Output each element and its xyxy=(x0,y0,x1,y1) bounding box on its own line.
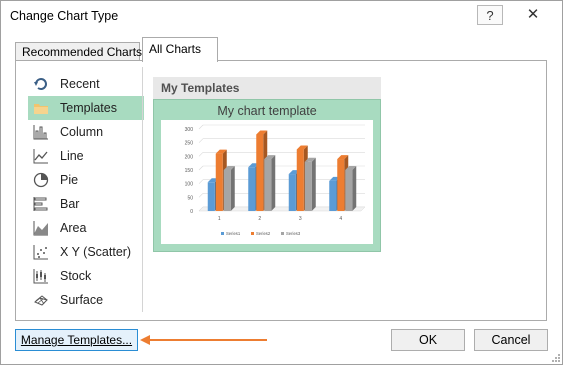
x-tick-label: 1 xyxy=(218,216,221,222)
bar-series3-2 xyxy=(264,159,272,211)
bar-series3-1 xyxy=(223,170,231,211)
y-tick-label: 150 xyxy=(185,168,194,174)
chart-type-label: Column xyxy=(60,125,104,139)
gridline-side xyxy=(198,124,204,130)
title-bar: Change Chart Type ? ✕ xyxy=(1,1,562,31)
column-chart-icon xyxy=(33,125,48,140)
x-tick-label: 2 xyxy=(258,216,261,222)
ok-button[interactable]: OK xyxy=(391,329,465,351)
gridline-side xyxy=(198,138,204,143)
cancel-label: Cancel xyxy=(491,333,531,347)
y-tick-label: 0 xyxy=(190,209,193,215)
pointer-arrow-icon xyxy=(140,335,267,345)
bar-series1-4 xyxy=(329,180,337,211)
manage-templates-label: Manage Templates... xyxy=(20,333,133,347)
area-chart-icon xyxy=(33,221,48,236)
ok-label: OK xyxy=(418,333,438,347)
chart-type-label: X Y (Scatter) xyxy=(60,245,132,259)
chart-type-label: Surface xyxy=(60,293,104,307)
bar-side xyxy=(271,155,276,211)
bar-series3-4 xyxy=(345,170,353,211)
stock-chart-icon xyxy=(33,269,48,284)
surface-chart-icon xyxy=(34,295,48,306)
bar-series3-3 xyxy=(304,161,312,211)
bar-series1-3 xyxy=(288,174,296,211)
chart-type-label: Line xyxy=(60,149,84,163)
gridline-side xyxy=(198,193,204,198)
dialog-title: Change Chart Type xyxy=(10,9,119,23)
bar-series2-2 xyxy=(256,134,264,211)
bar-series2-3 xyxy=(296,149,304,211)
help-button[interactable]: ? xyxy=(477,5,503,25)
chart-type-label: Templates xyxy=(60,101,117,115)
chart-type-item-recent[interactable]: Recent xyxy=(28,72,144,96)
chart-type-item-bar[interactable]: Bar xyxy=(28,192,144,216)
chart-type-item-pie[interactable]: Pie xyxy=(28,168,144,192)
chart-type-item-column[interactable]: Column xyxy=(28,120,144,144)
legend-swatch xyxy=(251,232,254,235)
tab-all-charts[interactable]: All Charts xyxy=(142,37,218,62)
x-tick-label: 3 xyxy=(299,216,302,222)
change-chart-type-dialog: Change Chart Type ? ✕ Recommended Charts… xyxy=(0,0,563,365)
close-icon[interactable]: ✕ xyxy=(511,5,555,25)
template-card[interactable]: My chart template 0 50 100 150 200 250 300 1 2 3 4… xyxy=(153,99,381,252)
legend-label: Series3 xyxy=(286,231,301,236)
bar-series2-1 xyxy=(215,153,223,211)
y-tick-label: 200 xyxy=(185,154,194,160)
line-chart-icon xyxy=(33,149,48,164)
pie-chart-icon xyxy=(33,172,49,188)
scatter-chart-icon xyxy=(33,245,48,260)
y-tick-label: 100 xyxy=(185,182,194,188)
template-name: My chart template xyxy=(217,104,317,118)
chart-type-item-x-y-scatter[interactable]: X Y (Scatter) xyxy=(28,240,144,264)
bar-side xyxy=(230,166,235,211)
bar-series2-4 xyxy=(337,159,345,211)
chart-type-list: Recent Templates Column Line Pie Bar Area X Y (… xyxy=(28,72,144,312)
folder-icon xyxy=(34,104,48,114)
chart-type-label: Pie xyxy=(60,173,79,187)
cancel-button[interactable]: Cancel xyxy=(474,329,548,351)
chart-type-label: Bar xyxy=(60,197,80,211)
bar-series1-2 xyxy=(248,167,256,211)
legend-swatch xyxy=(281,232,284,235)
legend-swatch xyxy=(221,232,224,235)
chart-type-item-line[interactable]: Line xyxy=(28,144,144,168)
bar-chart-icon xyxy=(33,197,48,211)
all-charts-panel: Recent Templates Column Line Pie Bar Area X Y (… xyxy=(15,60,547,321)
tab-recommended-charts[interactable]: Recommended Charts xyxy=(15,42,142,62)
chart-type-label: Stock xyxy=(60,269,92,283)
bar-series1-1 xyxy=(207,182,215,211)
gridline-side xyxy=(198,152,204,157)
panel-divider xyxy=(142,67,143,312)
templates-header: My Templates xyxy=(153,77,381,99)
gridline-side xyxy=(198,165,204,171)
manage-templates-button[interactable]: Manage Templates... xyxy=(15,329,138,351)
chart-type-item-surface[interactable]: Surface xyxy=(28,288,144,312)
chart-type-label: Area xyxy=(60,221,87,235)
gridline-side xyxy=(198,179,204,184)
recent-icon xyxy=(34,78,47,90)
y-tick-label: 50 xyxy=(187,195,193,201)
legend-label: Series2 xyxy=(256,231,271,236)
y-tick-label: 300 xyxy=(185,127,194,133)
legend-label: Series1 xyxy=(226,231,241,236)
template-chart-preview: 0 50 100 150 200 250 300 1 2 3 4 Series1 Series2 Seri… xyxy=(161,120,373,244)
bar-side xyxy=(352,166,357,211)
chart-type-item-area[interactable]: Area xyxy=(28,216,144,240)
resize-grip-icon[interactable] xyxy=(551,353,561,363)
chart-type-label: Recent xyxy=(60,77,100,91)
chart-type-item-stock[interactable]: Stock xyxy=(28,264,144,288)
x-tick-label: 4 xyxy=(339,216,342,222)
chart-type-item-templates[interactable]: Templates xyxy=(28,96,144,120)
y-tick-label: 250 xyxy=(185,141,194,147)
bar-side xyxy=(311,157,316,211)
